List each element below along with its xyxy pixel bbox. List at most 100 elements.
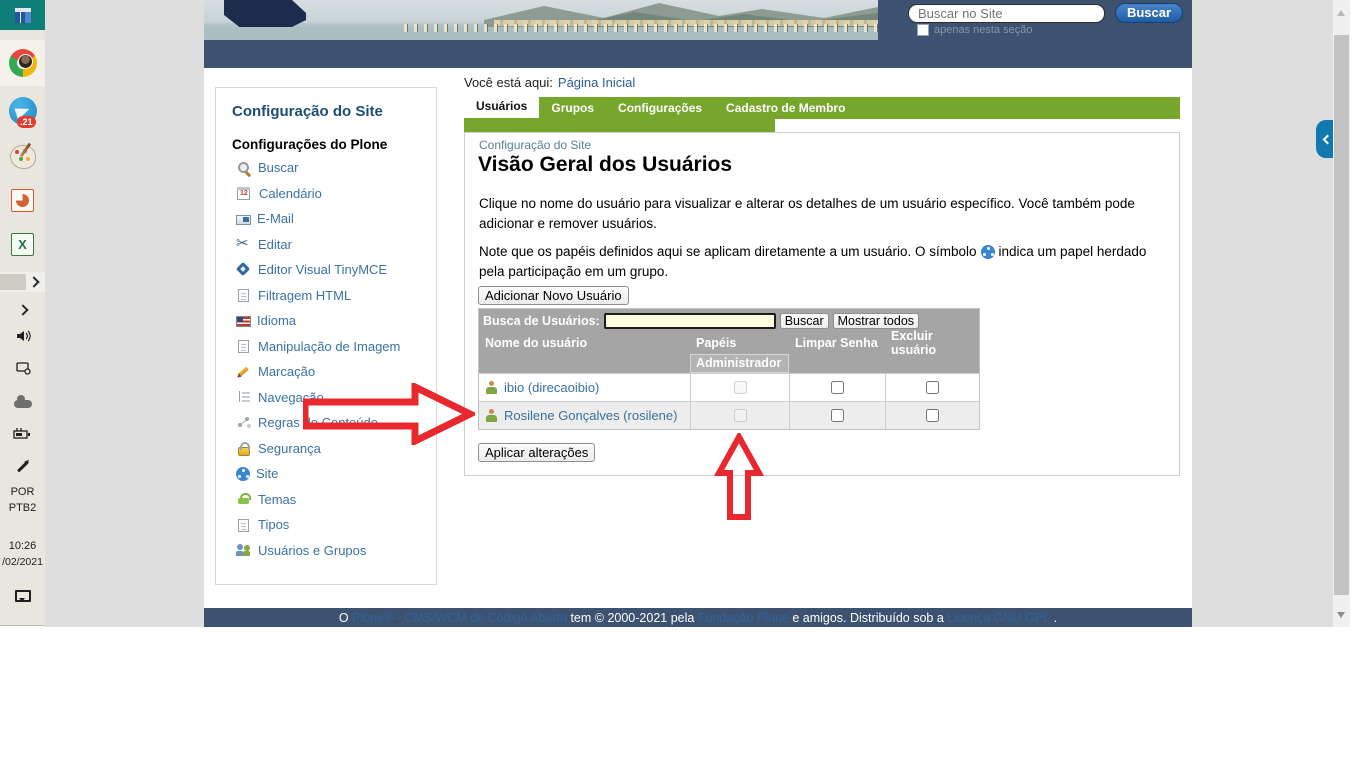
- tab-cadastro-membro[interactable]: Cadastro de Membro: [714, 97, 857, 119]
- user-icon: [485, 409, 498, 422]
- user-search-button[interactable]: Buscar: [780, 313, 829, 329]
- portlet-subtitle: Configurações do Plone: [232, 137, 436, 152]
- sidebar-item-tipos[interactable]: Tipos: [216, 512, 436, 538]
- add-new-user-button[interactable]: Adicionar Novo Usuário: [478, 286, 629, 305]
- scrollbar-up-arrow[interactable]: [1337, 6, 1345, 16]
- sidebar-item-temas[interactable]: Temas: [216, 487, 436, 513]
- display-cast-icon[interactable]: [0, 358, 45, 378]
- site-setup-link[interactable]: Configuração do Site: [479, 138, 591, 152]
- users-groups-icon: [236, 542, 252, 558]
- sidebar-item-site[interactable]: Site: [216, 461, 436, 487]
- plone-logo-icon: [236, 467, 250, 481]
- site-setup-portlet: Configuração do Site Configurações do Pl…: [215, 87, 437, 585]
- config-tabbar-subrow: [464, 119, 775, 132]
- sidebar-item-tinymce[interactable]: Editor Visual TinyMCE: [216, 257, 436, 283]
- sidebar-item-email[interactable]: E-Mail: [216, 206, 436, 232]
- role-admin-checkbox: [734, 381, 747, 394]
- user-link-ibio[interactable]: ibio (direcaoibio): [504, 380, 599, 395]
- clock-date[interactable]: /02/2021: [0, 556, 45, 568]
- main-content-panel: Configuração do Site Visão Geral dos Usu…: [464, 132, 1180, 476]
- col-roles: Papéis: [690, 336, 789, 350]
- sidebar-item-editar[interactable]: Editar: [216, 232, 436, 258]
- content-rules-icon: [236, 415, 252, 431]
- sidebar-item-seguranca[interactable]: Segurança: [216, 436, 436, 462]
- image-document-icon: [238, 340, 249, 353]
- volume-icon[interactable]: [0, 326, 45, 346]
- user-icon: [485, 381, 498, 394]
- reset-password-checkbox[interactable]: [831, 381, 844, 394]
- reset-password-checkbox[interactable]: [831, 409, 844, 422]
- tray-expand-icon[interactable]: [0, 300, 45, 320]
- note-paragraph: Note que os papéis definidos aqui se apl…: [479, 242, 1171, 281]
- taskbar-scroll-strip[interactable]: [0, 272, 45, 292]
- scrollbar-thumb[interactable]: [1334, 35, 1349, 595]
- footer-link-plone[interactable]: Plone® - CMS/WCM de Código Aberto: [352, 611, 567, 625]
- sidebar-item-filtragem-html[interactable]: Filtragem HTML: [216, 283, 436, 309]
- site-footer: O Plone® - CMS/WCM de Código Aberto tem …: [204, 608, 1192, 627]
- calendar-icon: [237, 187, 250, 200]
- tab-usuarios[interactable]: Usuários: [464, 94, 539, 118]
- sidebar-item-regras-conteudo[interactable]: Regras de Conteúdo: [216, 410, 436, 436]
- tinymce-diamond-icon: [236, 262, 252, 278]
- users-table: Busca de Usuários: Buscar Mostrar todos …: [478, 308, 980, 430]
- delete-user-checkbox[interactable]: [926, 381, 939, 394]
- powerpoint-icon[interactable]: [0, 184, 45, 216]
- col-reset-password: Limpar Senha: [789, 336, 885, 350]
- page-title: Visão Geral dos Usuários: [478, 153, 732, 177]
- navigation-tree-icon: [236, 389, 252, 405]
- paint-palette-icon[interactable]: [0, 140, 45, 174]
- site-search-button[interactable]: Buscar: [1115, 3, 1183, 23]
- footer-link-foundation[interactable]: Fundação Plone: [698, 611, 789, 625]
- pencil-icon: [236, 364, 252, 380]
- apply-changes-button[interactable]: Aplicar alterações: [478, 443, 595, 462]
- types-document-icon: [238, 519, 249, 532]
- footer-link-gnu-gpl[interactable]: Licença GNU GPL: [947, 611, 1050, 625]
- site-search-input[interactable]: [908, 4, 1105, 23]
- site-banner-photo: [204, 0, 878, 40]
- col-delete-user: Excluir usuário: [885, 329, 979, 357]
- tab-grupos[interactable]: Grupos: [539, 97, 606, 119]
- language-indicator-line1[interactable]: POR: [0, 486, 45, 498]
- show-all-button[interactable]: Mostrar todos: [833, 313, 919, 329]
- sidebar-item-navegacao[interactable]: Navegação: [216, 385, 436, 411]
- sidebar-item-buscar[interactable]: Buscar: [216, 155, 436, 181]
- notification-center-icon[interactable]: [0, 586, 45, 606]
- table-row: Rosilene Gonçalves (rosilene): [479, 401, 979, 429]
- excel-icon[interactable]: X: [0, 228, 45, 260]
- calculator-icon[interactable]: [0, 0, 45, 30]
- flag-icon: [236, 316, 251, 327]
- scrollbar-down-arrow[interactable]: [1337, 612, 1345, 622]
- table-row: ibio (direcaoibio): [479, 373, 979, 401]
- sidebar-item-idioma[interactable]: Idioma: [216, 308, 436, 334]
- sidebar-item-calendario[interactable]: Calendário: [216, 181, 436, 207]
- sidebar-item-manipulacao-imagem[interactable]: Manipulação de Imagem: [216, 334, 436, 360]
- mail-icon: [236, 215, 251, 225]
- delete-user-checkbox[interactable]: [926, 409, 939, 422]
- telegram-badge: .21: [17, 116, 36, 128]
- config-tabbar: UsuáriosGruposConfiguraçõesCadastro de M…: [464, 97, 1180, 119]
- site-header: Buscar apenas nesta seção: [204, 0, 1192, 68]
- subcol-administrator: Administrador: [690, 354, 789, 373]
- role-admin-checkbox: [734, 409, 747, 422]
- section-only-label: apenas nesta seção: [934, 24, 1032, 36]
- breadcrumb-home-link[interactable]: Página Inicial: [558, 75, 635, 90]
- user-search-input[interactable]: [604, 313, 776, 329]
- clock-time[interactable]: 10:26: [0, 540, 45, 552]
- user-link-rosilene[interactable]: Rosilene Gonçalves (rosilene): [504, 408, 677, 423]
- sidebar-item-marcacao[interactable]: Marcação: [216, 359, 436, 385]
- onedrive-cloud-icon[interactable]: [0, 392, 45, 412]
- table-header-row: Nome do usuário Papéis Limpar Senha Excl…: [479, 332, 979, 354]
- battery-icon[interactable]: [0, 424, 45, 444]
- user-search-label: Busca de Usuários:: [483, 314, 600, 328]
- intro-paragraph: Clique no nome do usuário para visualiza…: [479, 194, 1171, 233]
- scissors-icon: [236, 236, 252, 252]
- tab-configuracoes[interactable]: Configurações: [606, 97, 714, 119]
- browser-scrollbar[interactable]: [1333, 0, 1350, 627]
- inherited-role-plone-icon: [981, 245, 995, 259]
- section-only-checkbox[interactable]: [917, 24, 929, 36]
- breadcrumb-label: Você está aqui:: [464, 75, 553, 90]
- language-indicator-line2[interactable]: PTB2: [0, 502, 45, 514]
- pen-icon[interactable]: [0, 456, 45, 476]
- search-icon: [236, 160, 252, 176]
- sidebar-item-usuarios-grupos[interactable]: Usuários e Grupos: [216, 538, 436, 564]
